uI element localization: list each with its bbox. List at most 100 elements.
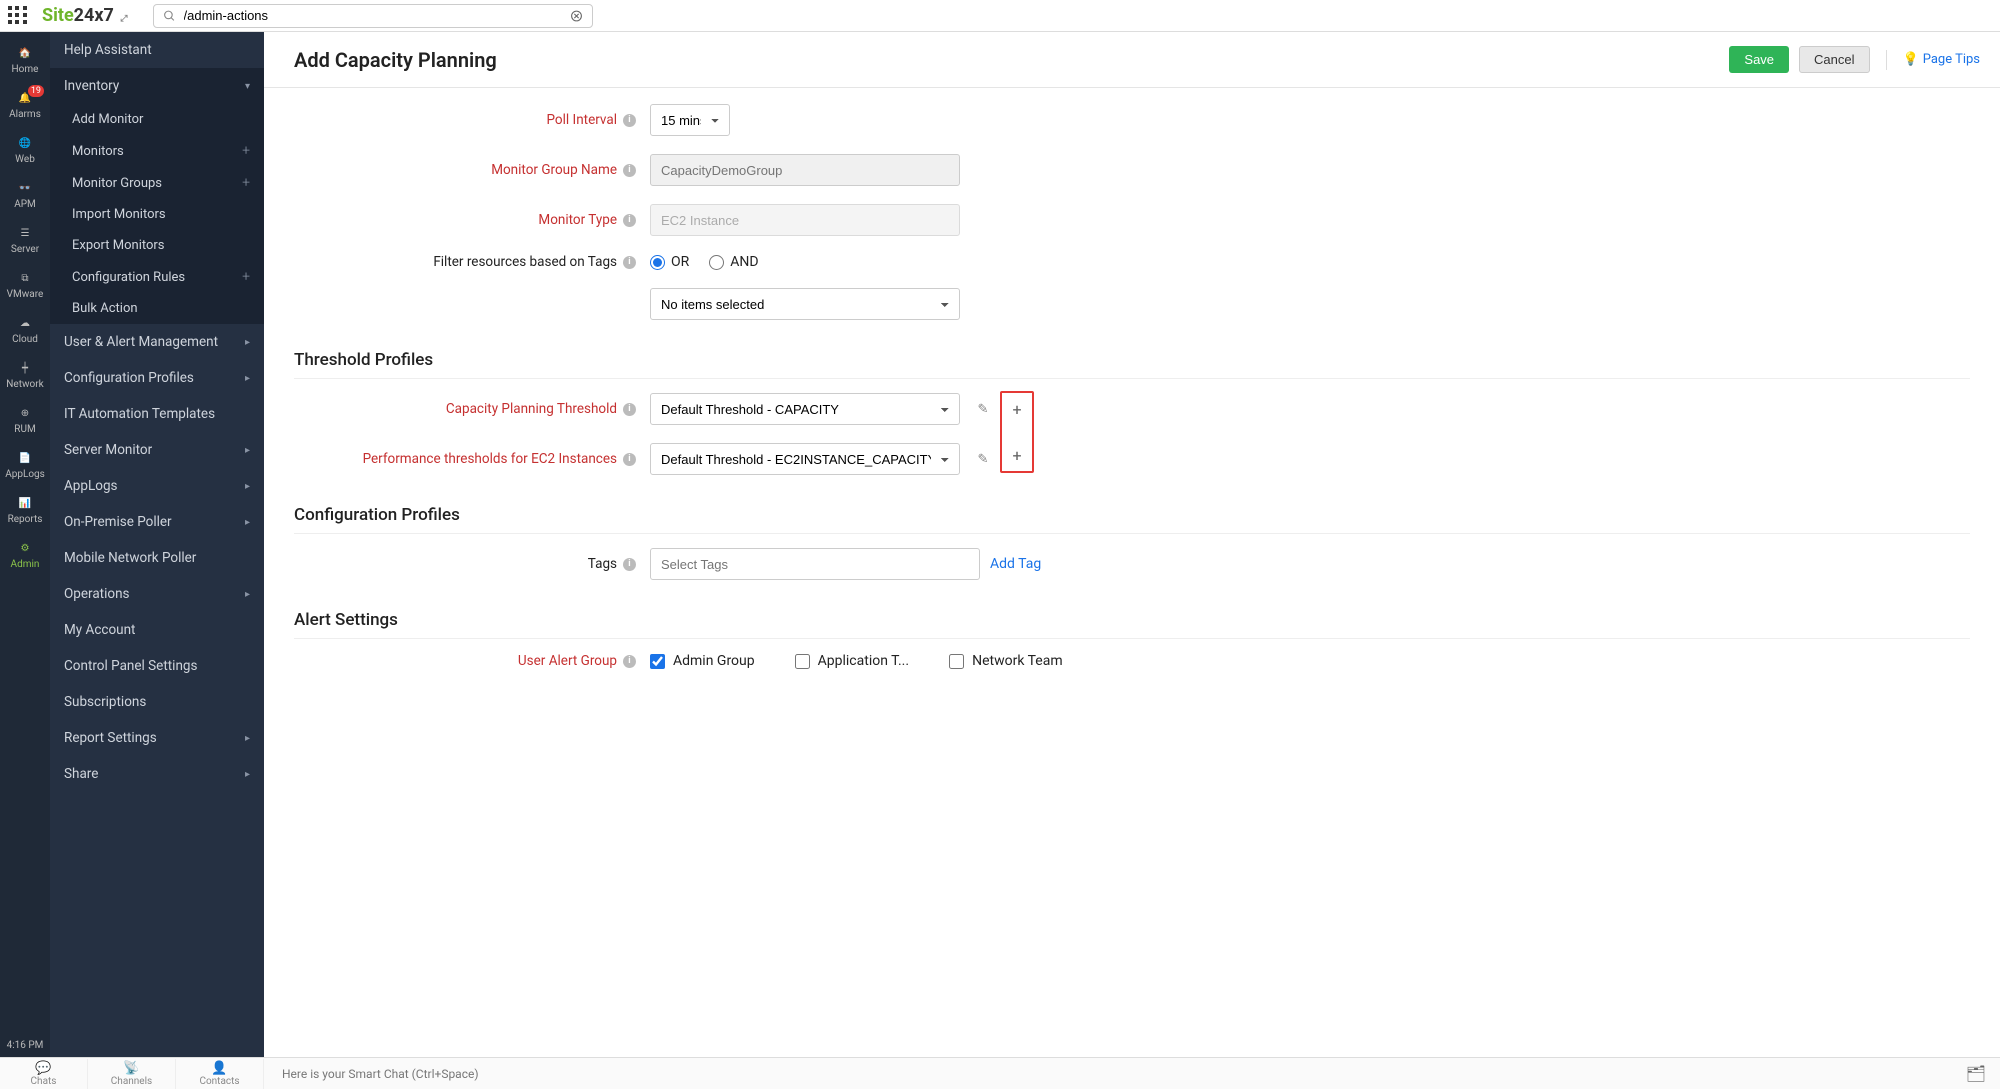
rail-cloud[interactable]: ☁Cloud — [0, 308, 50, 353]
row-poll-interval: Poll Intervali 15 mins — [294, 104, 1970, 136]
rail-rum[interactable]: ⊕RUM — [0, 398, 50, 443]
smart-chat-input[interactable]: Here is your Smart Chat (Ctrl+Space) — [264, 1067, 1966, 1081]
chevron-right-icon: ▸ — [245, 733, 250, 744]
expand-icon[interactable]: ⤢ — [120, 14, 126, 24]
sidebar-inventory[interactable]: Inventory▾ — [50, 68, 264, 104]
rail-vmware[interactable]: ⧉VMware — [0, 263, 50, 308]
sidebar: Help Assistant Inventory▾ Add Monitor Mo… — [50, 32, 264, 1057]
sidebar-my-account[interactable]: My Account — [50, 612, 264, 648]
rail-server[interactable]: ☰Server — [0, 218, 50, 263]
sidebar-subscriptions[interactable]: Subscriptions — [50, 684, 264, 720]
cancel-button[interactable]: Cancel — [1799, 46, 1869, 73]
add-capacity-threshold-button[interactable]: + — [1004, 396, 1030, 422]
search-input[interactable] — [153, 4, 593, 28]
info-icon[interactable]: i — [623, 403, 636, 416]
poll-interval-select[interactable]: 15 mins — [650, 104, 730, 136]
chevron-right-icon: ▸ — [245, 517, 250, 528]
tray-icon[interactable]: 🗂 — [1966, 1064, 1986, 1083]
info-icon[interactable]: i — [623, 256, 636, 269]
page-title: Add Capacity Planning — [294, 48, 497, 72]
poll-interval-label: Poll Intervali — [294, 112, 650, 128]
radio-or[interactable]: OR — [650, 254, 689, 270]
server-icon: ☰ — [0, 224, 50, 242]
check-application-team[interactable]: Application T... — [795, 653, 909, 669]
row-tag-items: No items selected — [294, 288, 1970, 320]
info-icon[interactable]: i — [623, 114, 636, 127]
rail-network[interactable]: ┿Network — [0, 353, 50, 398]
add-perf-threshold-button[interactable]: + — [1004, 442, 1030, 468]
plus-icon[interactable]: + — [242, 143, 250, 159]
plus-icon[interactable]: + — [242, 175, 250, 191]
divider — [1886, 50, 1887, 70]
section-threshold-profiles: Threshold Profiles — [294, 350, 1970, 379]
sidebar-export-monitors[interactable]: Export Monitors — [50, 230, 264, 261]
rail-alarms[interactable]: 🔔19Alarms — [0, 83, 50, 128]
check-network-team[interactable]: Network Team — [949, 653, 1063, 669]
clear-search-icon[interactable] — [570, 9, 583, 22]
rail-reports[interactable]: 📊Reports — [0, 488, 50, 533]
config-tags-label: Tagsi — [294, 556, 650, 572]
content-header: Add Capacity Planning Save Cancel 💡 Page… — [264, 32, 2000, 88]
sidebar-report-settings[interactable]: Report Settings▸ — [50, 720, 264, 756]
perf-threshold-select[interactable]: Default Threshold - EC2INSTANCE_CAPACITY — [650, 443, 960, 475]
rail-clock: 4:16 PM — [7, 1040, 44, 1051]
sidebar-config-rules[interactable]: Configuration Rules+ — [50, 261, 264, 293]
sidebar-control-panel[interactable]: Control Panel Settings — [50, 648, 264, 684]
tag-items-select[interactable]: No items selected — [650, 288, 960, 320]
rail-admin[interactable]: ⚙Admin — [0, 533, 50, 578]
edit-icon[interactable]: ✎ — [970, 396, 996, 422]
sidebar-user-alert[interactable]: User & Alert Management▸ — [50, 324, 264, 360]
sidebar-server-monitor[interactable]: Server Monitor▸ — [50, 432, 264, 468]
sidebar-operations[interactable]: Operations▸ — [50, 576, 264, 612]
sidebar-add-monitor[interactable]: Add Monitor — [50, 104, 264, 135]
logo[interactable]: Site24x7 ⤢ — [42, 5, 127, 26]
info-icon[interactable]: i — [623, 164, 636, 177]
edit-icon[interactable]: ✎ — [970, 446, 996, 472]
radio-and[interactable]: AND — [709, 254, 758, 270]
check-admin-group[interactable]: Admin Group — [650, 653, 755, 669]
info-icon[interactable]: i — [623, 655, 636, 668]
content-area: Add Capacity Planning Save Cancel 💡 Page… — [264, 32, 2000, 1057]
bottom-chats[interactable]: 💬Chats — [0, 1059, 88, 1089]
chevron-down-icon: ▾ — [245, 81, 250, 92]
section-config-profiles: Configuration Profiles — [294, 505, 1970, 534]
sidebar-bulk-action[interactable]: Bulk Action — [50, 293, 264, 324]
page-tips-link[interactable]: 💡 Page Tips — [1903, 52, 1980, 67]
rail-apm[interactable]: 👓APM — [0, 173, 50, 218]
chat-icon: 💬 — [0, 1061, 87, 1076]
sidebar-applogs[interactable]: AppLogs▸ — [50, 468, 264, 504]
vm-icon: ⧉ — [0, 269, 50, 287]
sidebar-mobile-poller[interactable]: Mobile Network Poller — [50, 540, 264, 576]
icon-rail: 🏠Home 🔔19Alarms 🌐Web 👓APM ☰Server ⧉VMwar… — [0, 32, 50, 1057]
rail-web[interactable]: 🌐Web — [0, 128, 50, 173]
sidebar-onprem-poller[interactable]: On-Premise Poller▸ — [50, 504, 264, 540]
apps-grid-icon[interactable] — [8, 6, 28, 26]
sidebar-share[interactable]: Share▸ — [50, 756, 264, 792]
sidebar-config-profiles[interactable]: Configuration Profiles▸ — [50, 360, 264, 396]
sidebar-it-automation[interactable]: IT Automation Templates — [50, 396, 264, 432]
sidebar-monitors[interactable]: Monitors+ — [50, 135, 264, 167]
rail-home[interactable]: 🏠Home — [0, 38, 50, 83]
add-tag-link[interactable]: Add Tag — [990, 556, 1041, 572]
capacity-threshold-select[interactable]: Default Threshold - CAPACITY — [650, 393, 960, 425]
save-button[interactable]: Save — [1729, 46, 1789, 73]
sidebar-import-monitors[interactable]: Import Monitors — [50, 199, 264, 230]
config-tags-input[interactable] — [650, 548, 980, 580]
row-user-alert-group: User Alert Groupi Admin Group Applicatio… — [294, 653, 1970, 669]
row-monitor-type: Monitor Typei EC2 Instance — [294, 204, 1970, 236]
rail-applogs[interactable]: 📄AppLogs — [0, 443, 50, 488]
filter-tags-label: Filter resources based on Tagsi — [294, 254, 650, 270]
header-actions: Save Cancel 💡 Page Tips — [1729, 46, 1980, 73]
info-icon[interactable]: i — [623, 214, 636, 227]
chevron-right-icon: ▸ — [245, 337, 250, 348]
plus-icon[interactable]: + — [242, 269, 250, 285]
bottom-channels[interactable]: 📡Channels — [88, 1059, 176, 1089]
sidebar-monitor-groups[interactable]: Monitor Groups+ — [50, 167, 264, 199]
info-icon[interactable]: i — [623, 558, 636, 571]
sidebar-help-assistant[interactable]: Help Assistant — [50, 32, 264, 68]
chevron-right-icon: ▸ — [245, 445, 250, 456]
info-icon[interactable]: i — [623, 453, 636, 466]
bottom-contacts[interactable]: 👤Contacts — [176, 1059, 264, 1089]
network-icon: ┿ — [0, 359, 50, 377]
home-icon: 🏠 — [0, 44, 50, 62]
